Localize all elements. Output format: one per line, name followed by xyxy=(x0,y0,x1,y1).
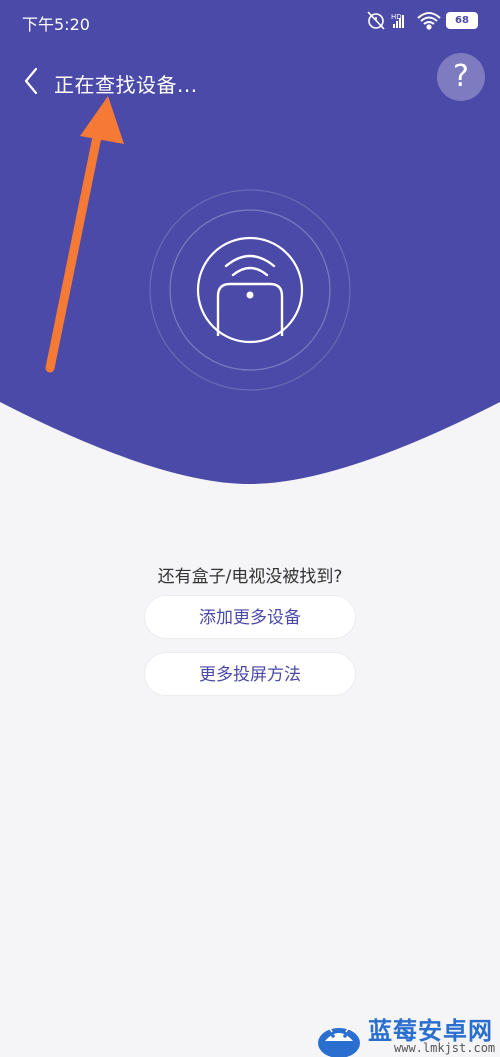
android-logo-icon xyxy=(318,1026,360,1057)
battery-icon: 68 xyxy=(446,12,478,29)
alarm-off-icon xyxy=(367,11,385,30)
add-more-devices-button[interactable]: 添加更多设备 xyxy=(144,595,356,639)
watermark: 蓝莓安卓网 www.lmkjst.com xyxy=(298,1005,500,1057)
signal-hd-icon: HD xyxy=(391,13,404,28)
annotation-arrow xyxy=(45,96,124,373)
more-cast-methods-button[interactable]: 更多投屏方法 xyxy=(144,652,356,696)
tv-box-wifi-icon xyxy=(196,236,304,344)
wifi-icon xyxy=(417,12,441,30)
status-bar: 下午5:20 HD 68 xyxy=(0,0,500,42)
scan-animation xyxy=(149,189,351,391)
watermark-url: www.lmkjst.com xyxy=(394,1041,496,1055)
help-button[interactable]: ? xyxy=(437,53,485,101)
not-found-text: 还有盒子/电视没被找到? xyxy=(157,567,343,587)
status-time: 下午5:20 xyxy=(22,15,90,34)
scan-ring-middle xyxy=(169,209,331,371)
scan-ring-outer xyxy=(149,189,351,391)
